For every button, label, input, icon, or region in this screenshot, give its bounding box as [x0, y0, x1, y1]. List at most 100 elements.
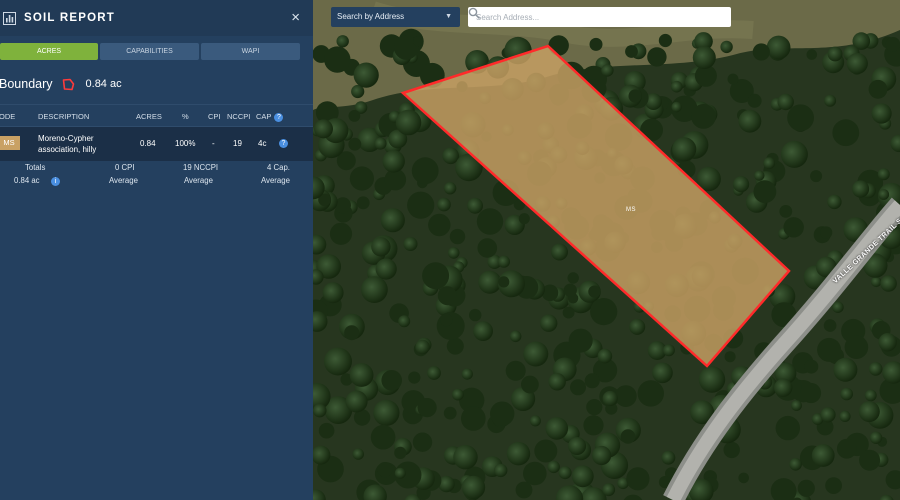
tree: [395, 109, 422, 136]
tree: [394, 467, 406, 479]
totals-info-icon[interactable]: i: [51, 177, 60, 186]
tree: [774, 378, 793, 397]
tree: [620, 429, 636, 444]
tab-wapi[interactable]: WAPI: [201, 43, 300, 60]
tree: [878, 189, 890, 200]
tree: [846, 52, 868, 75]
tree: [833, 357, 858, 382]
tree: [777, 93, 794, 111]
search-mode-label: Search by Address: [337, 12, 405, 21]
tree: [394, 446, 407, 459]
totals-cpi-average: Average: [109, 176, 138, 185]
search-mode-dropdown[interactable]: Search by Address ▼: [331, 7, 460, 27]
tree: [443, 182, 457, 195]
table-row[interactable]: MS Moreno-Cypher association, hilly 0.84…: [0, 127, 313, 161]
tree: [380, 208, 405, 233]
tree: [752, 43, 770, 61]
tree: [691, 104, 716, 129]
tree: [840, 387, 853, 401]
tab-acres[interactable]: ACRES: [0, 43, 98, 60]
tree: [733, 176, 750, 193]
totals-cpi: 0 CPI: [115, 163, 135, 172]
tree: [877, 168, 890, 181]
tree: [584, 373, 600, 389]
tree: [670, 80, 683, 93]
tree: [523, 341, 549, 367]
tree: [515, 481, 533, 499]
soil-table-header: ODE DESCRIPTION ACRES % CPI NCCPI CAP?: [0, 104, 313, 127]
tree: [551, 243, 568, 261]
totals-nccpi: 19 NCCPI: [183, 163, 219, 172]
totals-nccpi-average: Average: [184, 176, 213, 185]
tree: [789, 458, 802, 471]
tree: [827, 46, 843, 62]
tree: [374, 137, 387, 150]
col-cap-label: CAP: [256, 112, 272, 121]
tree: [811, 444, 835, 467]
boundary-summary: Boundary 0.84 ac: [0, 77, 122, 91]
tree: [839, 410, 851, 422]
tree: [558, 466, 572, 480]
address-search-input[interactable]: [468, 7, 708, 27]
boundary-label: Boundary: [0, 77, 53, 91]
search-icon[interactable]: [468, 7, 480, 19]
tree: [461, 475, 486, 500]
tree: [658, 33, 672, 48]
tree: [753, 180, 777, 204]
col-cap: CAP?: [256, 112, 284, 122]
row-percent: 100%: [175, 139, 196, 148]
panel-header: SOIL REPORT: [0, 0, 313, 36]
tree: [356, 196, 370, 210]
tree: [547, 460, 560, 474]
tree: [671, 101, 682, 113]
tree: [453, 445, 478, 470]
cap-help-icon[interactable]: ?: [274, 112, 284, 122]
row-nccpi: 19: [233, 139, 242, 148]
tree: [783, 217, 804, 238]
tab-capabilities[interactable]: CAPABILITIES: [100, 43, 199, 60]
tree: [836, 438, 857, 459]
tree: [548, 373, 566, 391]
tree: [567, 272, 579, 284]
tree: [336, 35, 349, 48]
soil-description-line2: association, hilly: [38, 145, 97, 154]
close-button[interactable]: ×: [291, 10, 300, 25]
tree: [497, 255, 510, 268]
tree: [661, 450, 676, 465]
tree: [314, 119, 333, 139]
tree: [322, 282, 344, 304]
tree: [518, 213, 530, 225]
report-tabs: ACRES CAPABILITIES WAPI: [0, 43, 300, 60]
tree: [498, 276, 510, 288]
satellite-map[interactable]: MS VALLE GRANDE TRAIL S Search by Addres…: [313, 0, 900, 500]
tree: [844, 335, 869, 360]
totals-cap: 4 Cap.: [267, 163, 290, 172]
tree: [806, 49, 818, 60]
tree: [494, 463, 508, 478]
tree: [371, 237, 391, 257]
row-acres: 0.84: [140, 139, 156, 148]
tree: [348, 110, 361, 122]
tree: [540, 314, 558, 332]
totals-label: Totals: [25, 163, 46, 172]
tree: [353, 62, 379, 88]
tree: [443, 406, 457, 420]
tree: [382, 150, 405, 173]
tree: [545, 417, 569, 440]
tree: [827, 194, 842, 210]
row-help-icon[interactable]: ?: [279, 139, 288, 148]
col-nccpi: NCCPI: [227, 112, 251, 121]
soil-code-badge: MS: [0, 136, 20, 150]
tree: [825, 477, 842, 494]
tree: [505, 360, 526, 381]
tree: [490, 401, 515, 426]
tree: [723, 441, 740, 459]
tree: [766, 35, 791, 60]
tree: [437, 286, 457, 306]
tree: [692, 46, 716, 70]
tree: [870, 276, 882, 288]
tree: [864, 389, 877, 402]
tree: [349, 166, 374, 191]
tree: [521, 375, 539, 394]
tree: [478, 270, 502, 294]
